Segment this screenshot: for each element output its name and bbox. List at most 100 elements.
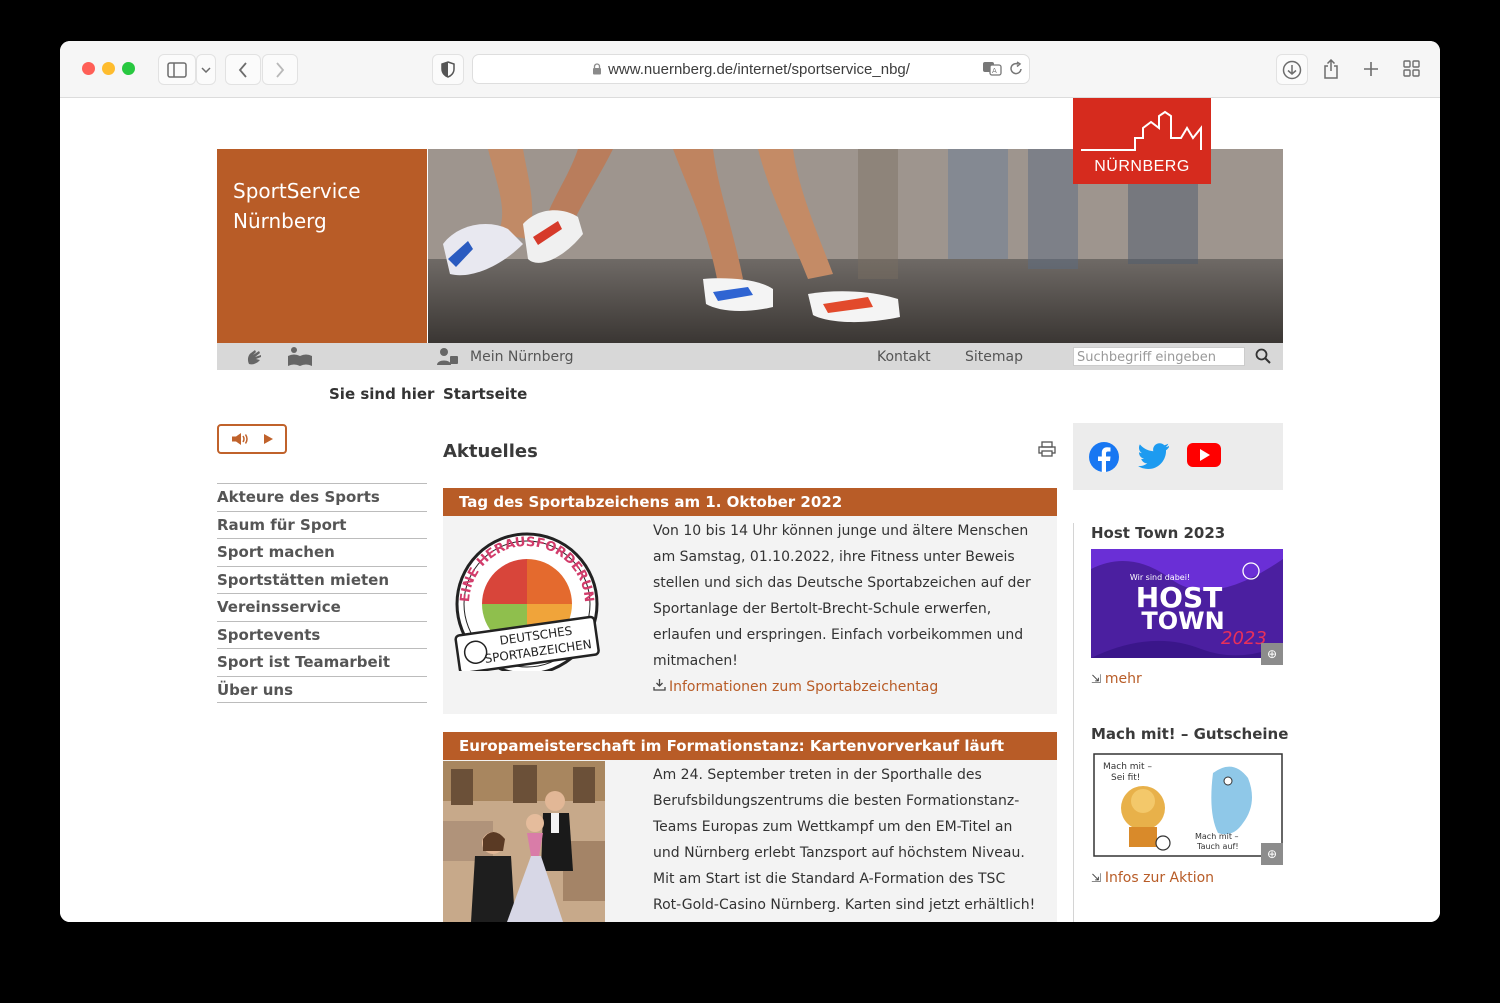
mein-nuernberg-link[interactable]: Mein Nürnberg <box>470 349 574 365</box>
sidebar-icon <box>167 61 187 78</box>
minimize-window-button[interactable] <box>102 62 115 75</box>
news-line: Berufsbildungszentrums die besten Format… <box>653 793 1020 809</box>
section-heading: Aktuelles <box>443 441 538 462</box>
chevron-down-icon <box>201 66 211 73</box>
downloads-button[interactable] <box>1276 54 1308 85</box>
translate-icon[interactable]: A <box>982 61 1002 76</box>
gutscheine-link-row[interactable]: ⇲ Infos zur Aktion <box>1091 870 1214 886</box>
host-town-heading: Host Town 2023 <box>1091 524 1226 542</box>
left-navigation: Akteure des Sports Raum für Sport Sport … <box>217 483 427 703</box>
gutscheine-illustration[interactable]: Mach mit – Sei fit! Mach mit – Tauch auf… <box>1093 753 1283 857</box>
sidebar-toggle-button[interactable] <box>158 54 196 85</box>
nav-item-akteure[interactable]: Akteure des Sports <box>217 483 427 511</box>
nav-item-sportstaetten[interactable]: Sportstätten mieten <box>217 565 427 594</box>
castle-skyline-icon <box>1081 110 1202 151</box>
search-icon[interactable] <box>1255 348 1271 364</box>
nav-item-raum[interactable]: Raum für Sport <box>217 510 427 539</box>
browser-toolbar: www.nuernberg.de/internet/sportservice_n… <box>60 41 1440 98</box>
shield-icon <box>441 61 455 78</box>
printer-icon[interactable] <box>1038 441 1056 457</box>
nav-item-ueber-uns[interactable]: Über uns <box>217 675 427 703</box>
utility-bar: Mein Nürnberg Kontakt Sitemap Suchbegrif… <box>217 343 1283 370</box>
news-line: Am 24. September treten in der Sporthall… <box>653 767 982 783</box>
nav-item-sport-machen[interactable]: Sport machen <box>217 538 427 566</box>
dance-photo <box>443 761 605 922</box>
new-tab-button[interactable] <box>1356 54 1386 83</box>
site-title-line2: Nürnberg <box>233 209 327 233</box>
lock-icon <box>593 63 602 75</box>
gutscheine-heading: Mach mit! – Gutscheine <box>1091 725 1289 743</box>
gutschein-text1: Mach mit – <box>1103 762 1152 772</box>
zoom-icon[interactable]: ⊕ <box>1261 843 1283 865</box>
breadcrumb-label: Sie sind hier <box>329 385 435 403</box>
news-line: Teams Europas zum Wettkampf um den EM-Ti… <box>653 819 1013 835</box>
nav-item-teamarbeit[interactable]: Sport ist Teamarbeit <box>217 648 427 676</box>
news-text-2: Am 24. September treten in der Sporthall… <box>653 762 1048 918</box>
zoom-icon[interactable]: ⊕ <box>1261 643 1283 665</box>
forward-button[interactable] <box>262 54 298 85</box>
chevron-left-icon <box>238 61 247 78</box>
tab-overview-button[interactable] <box>1396 54 1426 83</box>
search-input[interactable]: Suchbegriff eingeben <box>1073 347 1245 366</box>
host-town-more-row[interactable]: ⇲ mehr <box>1091 671 1142 687</box>
breadcrumb-current[interactable]: Startseite <box>443 385 527 403</box>
play-icon <box>263 434 273 444</box>
close-window-button[interactable] <box>82 62 95 75</box>
news-link-row[interactable]: Informationen zum Sportabzeichentag <box>653 674 1048 700</box>
sportabzeichen-info-link[interactable]: Informationen zum Sportabzeichentag <box>669 679 938 695</box>
host-town-banner[interactable]: Wir sind dabei! HOST TOWN 2023 <box>1091 549 1283 658</box>
web-page: SportService Nürnberg NÜRNBERG Mein Nürn… <box>60 98 1440 922</box>
zoom-window-button[interactable] <box>122 62 135 75</box>
sitemap-link[interactable]: Sitemap <box>965 349 1023 365</box>
download-arrow-icon <box>653 679 666 691</box>
gutscheine-info-link[interactable]: Infos zur Aktion <box>1105 870 1214 886</box>
news-line: stellen und sich das Deutsche Sportabzei… <box>653 575 1031 591</box>
sidebar-divider <box>1073 523 1074 922</box>
plus-icon <box>1364 61 1378 76</box>
gutschein-text4: Tauch auf! <box>1196 842 1239 851</box>
host-town-more-link[interactable]: mehr <box>1105 671 1142 687</box>
browser-window: www.nuernberg.de/internet/sportservice_n… <box>60 41 1440 922</box>
news-text-1: Von 10 bis 14 Uhr können junge und älter… <box>653 518 1048 700</box>
url-text: www.nuernberg.de/internet/sportservice_n… <box>608 60 910 78</box>
address-bar[interactable]: www.nuernberg.de/internet/sportservice_n… <box>472 54 1030 84</box>
news-line: Sportanlage der Bertolt-Brecht-Schule er… <box>653 601 992 617</box>
user-icon <box>437 348 458 365</box>
tab-group-dropdown[interactable] <box>196 54 216 85</box>
speaker-icon <box>231 433 248 445</box>
news-title-1[interactable]: Tag des Sportabzeichens am 1. Oktober 20… <box>443 488 1057 516</box>
site-title-box[interactable]: SportService Nürnberg <box>217 149 427 343</box>
download-icon <box>1282 60 1302 79</box>
privacy-report-button[interactable] <box>432 54 464 85</box>
nuernberg-logo[interactable]: NÜRNBERG <box>1073 98 1211 184</box>
grid-icon <box>1402 60 1420 77</box>
nav-item-vereinsservice[interactable]: Vereinsservice <box>217 593 427 621</box>
share-button[interactable] <box>1316 54 1346 83</box>
logo-text: NÜRNBERG <box>1094 158 1190 175</box>
link-arrow-icon: ⇲ <box>1091 871 1105 885</box>
host-town-big-line2: TOWN <box>1141 607 1224 635</box>
read-aloud-button[interactable] <box>217 424 287 454</box>
social-media-box <box>1073 423 1283 490</box>
news-line: Mit am Start ist die Standard A-Formatio… <box>653 871 1006 887</box>
back-button[interactable] <box>225 54 261 85</box>
gutschein-text2: Sei fit! <box>1111 773 1140 783</box>
news-line: erlaufen und erspringen. Einfach vorbeik… <box>653 627 1024 643</box>
share-icon <box>1324 58 1338 79</box>
news-line: und Nürnberg erlebt Tanzsport auf höchst… <box>653 845 1025 861</box>
sign-language-icon[interactable] <box>245 346 265 367</box>
youtube-icon[interactable] <box>1187 443 1221 467</box>
reload-icon[interactable] <box>1009 61 1023 76</box>
chevron-right-icon <box>276 61 285 78</box>
twitter-icon[interactable] <box>1138 442 1170 470</box>
nav-item-sportevents[interactable]: Sportevents <box>217 620 427 649</box>
news-line: Von 10 bis 14 Uhr können junge und älter… <box>653 523 1029 539</box>
news-title-2[interactable]: Europameisterschaft im Formationstanz: K… <box>443 732 1057 760</box>
facebook-icon[interactable] <box>1088 441 1120 473</box>
host-town-year: 2023 <box>1221 628 1267 649</box>
gutschein-text3: Mach mit – <box>1195 832 1239 841</box>
link-arrow-icon: ⇲ <box>1091 672 1105 686</box>
kontakt-link[interactable]: Kontakt <box>877 349 931 365</box>
news-line: mitmachen! <box>653 653 738 669</box>
easy-language-book-icon[interactable] <box>287 346 313 366</box>
